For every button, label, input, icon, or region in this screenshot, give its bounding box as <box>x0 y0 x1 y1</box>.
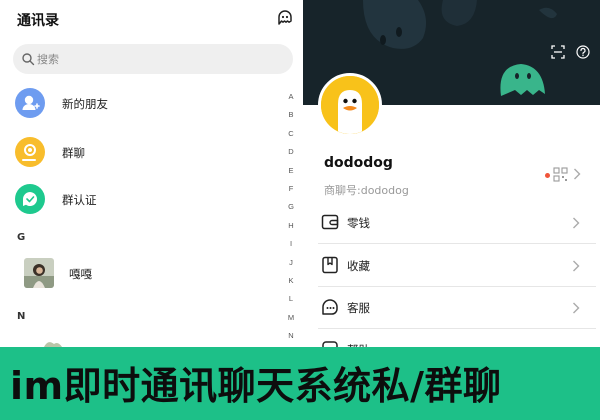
customer-service-icon <box>322 299 338 315</box>
bookmark-icon <box>322 256 338 274</box>
alphabet-letter[interactable]: E <box>283 162 299 180</box>
add-friend-icon <box>15 88 45 118</box>
chevron-right-icon[interactable] <box>573 168 581 180</box>
alphabet-letter[interactable]: A <box>283 88 299 106</box>
row-label: 零钱 <box>347 216 370 230</box>
help-icon <box>322 341 338 347</box>
contact-row[interactable]: 嘎嘎 <box>0 258 270 298</box>
alphabet-letter[interactable]: H <box>283 217 299 235</box>
alphabet-letter[interactable]: G <box>283 198 299 216</box>
chevron-right-icon <box>573 217 580 229</box>
row-label: 收藏 <box>347 259 370 273</box>
alphabet-letter[interactable]: L <box>283 290 299 308</box>
profile-name: dododog <box>324 155 393 171</box>
search-icon <box>22 53 35 66</box>
banner-text: im即时通讯聊天系统私/群聊 <box>10 364 502 408</box>
row-help[interactable]: 帮助 <box>318 329 596 347</box>
menu-label: 群认证 <box>62 193 97 207</box>
help-circle-icon[interactable] <box>576 45 590 59</box>
alphabet-letter[interactable]: K <box>283 272 299 290</box>
chevron-right-icon <box>573 260 580 272</box>
group-verify-icon <box>15 184 45 214</box>
duck-avatar[interactable] <box>318 73 382 137</box>
menu-new-friends[interactable]: 新的朋友 <box>0 88 270 128</box>
menu-label: 群聊 <box>62 146 85 160</box>
alphabet-index[interactable]: A B C D E F G H I J K L M N <box>283 88 299 345</box>
alphabet-letter[interactable]: F <box>283 180 299 198</box>
row-favorites[interactable]: 收藏 <box>318 245 596 287</box>
wallet-icon <box>321 214 339 230</box>
profile-id: 商聊号:dododog <box>324 184 409 197</box>
menu-label: 新的朋友 <box>62 97 108 111</box>
contact-name: 嘎嘎 <box>69 267 92 281</box>
page-title: 通讯录 <box>17 13 59 29</box>
chevron-right-icon <box>573 302 580 314</box>
partial-contact-avatar <box>44 342 62 347</box>
scan-icon[interactable] <box>551 45 565 59</box>
group-chat-icon <box>15 137 45 167</box>
search-input[interactable]: 搜索 <box>13 44 293 74</box>
alphabet-letter[interactable]: C <box>283 125 299 143</box>
row-customer-service[interactable]: 客服 <box>318 287 596 329</box>
photo-avatar <box>24 258 54 288</box>
profile-panel: dododog 商聊号:dododog 零钱 收藏 客服 <box>303 0 600 347</box>
promo-banner: im即时通讯聊天系统私/群聊 <box>0 347 600 420</box>
section-letter-g: G <box>17 232 26 243</box>
alphabet-letter[interactable]: D <box>283 143 299 161</box>
search-placeholder: 搜索 <box>37 53 59 66</box>
contacts-panel: 通讯录 搜索 新的朋友 群聊 群认证 G 嘎嘎 N A B C D E F G … <box>0 0 303 347</box>
alphabet-letter[interactable]: M <box>283 309 299 327</box>
row-wallet[interactable]: 零钱 <box>318 202 596 244</box>
qr-code-icon[interactable] <box>553 167 568 182</box>
row-label: 客服 <box>347 301 370 315</box>
alphabet-letter[interactable]: J <box>283 254 299 272</box>
section-letter-n: N <box>17 311 26 322</box>
menu-group-chat[interactable]: 群聊 <box>0 137 270 177</box>
menu-group-verify[interactable]: 群认证 <box>0 184 270 224</box>
ghost-chat-icon[interactable] <box>276 9 294 27</box>
alphabet-letter[interactable]: B <box>283 106 299 124</box>
alphabet-letter[interactable]: I <box>283 235 299 253</box>
alphabet-letter[interactable]: N <box>283 327 299 345</box>
notification-dot <box>545 173 550 178</box>
